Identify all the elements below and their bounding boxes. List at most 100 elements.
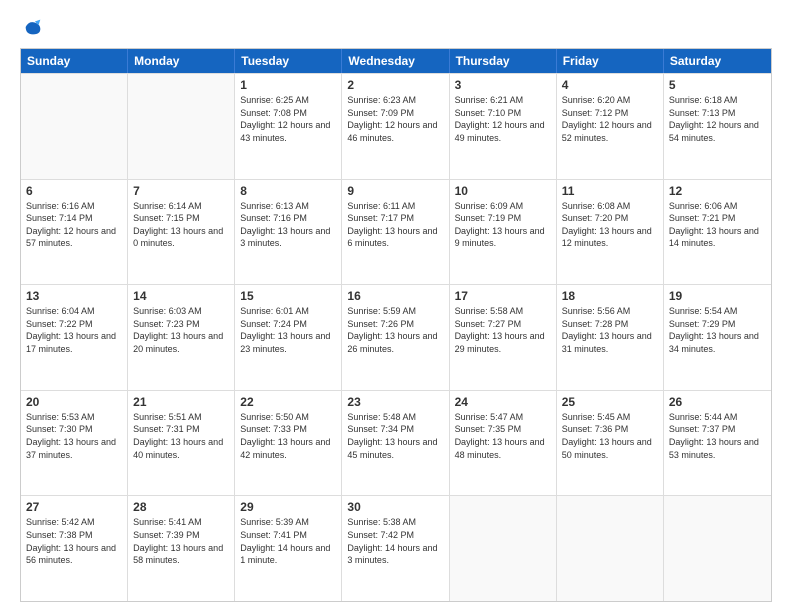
cell-info: Sunrise: 6:14 AMSunset: 7:15 PMDaylight:… [133,200,229,250]
day-cell-10: 10 Sunrise: 6:09 AMSunset: 7:19 PMDayligh… [450,180,557,285]
day-number: 3 [455,78,551,92]
cell-info: Sunrise: 5:51 AMSunset: 7:31 PMDaylight:… [133,411,229,461]
cell-info: Sunrise: 6:21 AMSunset: 7:10 PMDaylight:… [455,94,551,144]
calendar: SundayMondayTuesdayWednesdayThursdayFrid… [20,48,772,602]
page: SundayMondayTuesdayWednesdayThursdayFrid… [0,0,792,612]
cell-info: Sunrise: 6:13 AMSunset: 7:16 PMDaylight:… [240,200,336,250]
header-day-thursday: Thursday [450,49,557,73]
calendar-row-3: 13Sunrise: 6:04 AMSunset: 7:22 PMDayligh… [21,284,771,390]
cell-info: Sunrise: 6:16 AMSunset: 7:14 PMDaylight:… [26,200,122,250]
day-number: 16 [347,289,443,303]
cell-info: Sunrise: 5:59 AMSunset: 7:26 PMDaylight:… [347,305,443,355]
calendar-row-4: 20 Sunrise: 5:53 AMSunset: 7:30 PMDayligh… [21,390,771,496]
day-cell-29: 29 Sunrise: 5:39 AMSunset: 7:41 PMDayligh… [235,496,342,601]
cell-info: Sunrise: 5:45 AMSunset: 7:36 PMDaylight:… [562,411,658,461]
empty-cell [557,496,664,601]
day-number: 5 [669,78,766,92]
calendar-body: 1 Sunrise: 6:25 AMSunset: 7:08 PMDaylight… [21,73,771,601]
cell-info: Sunrise: 5:56 AMSunset: 7:28 PMDaylight:… [562,305,658,355]
day-number: 1 [240,78,336,92]
cell-info: Sunrise: 5:50 AMSunset: 7:33 PMDaylight:… [240,411,336,461]
empty-cell [21,74,128,179]
cell-info: Sunrise: 5:41 AMSunset: 7:39 PMDaylight:… [133,516,229,566]
day-number: 4 [562,78,658,92]
cell-info: Sunrise: 5:58 AMSunset: 7:27 PMDaylight:… [455,305,551,355]
cell-info: Sunrise: 5:42 AMSunset: 7:38 PMDaylight:… [26,516,122,566]
cell-info: Sunrise: 6:04 AMSunset: 7:22 PMDaylight:… [26,305,122,355]
empty-cell [450,496,557,601]
header-day-tuesday: Tuesday [235,49,342,73]
header [20,16,772,38]
cell-info: Sunrise: 6:01 AMSunset: 7:24 PMDaylight:… [240,305,336,355]
day-number: 6 [26,184,122,198]
day-cell-12: 12Sunrise: 6:06 AMSunset: 7:21 PMDayligh… [664,180,771,285]
day-cell-27: 27 Sunrise: 5:42 AMSunset: 7:38 PMDayligh… [21,496,128,601]
day-cell-7: 7 Sunrise: 6:14 AMSunset: 7:15 PMDaylight… [128,180,235,285]
day-number: 2 [347,78,443,92]
day-cell-26: 26 Sunrise: 5:44 AMSunset: 7:37 PMDayligh… [664,391,771,496]
day-number: 19 [669,289,766,303]
cell-info: Sunrise: 5:39 AMSunset: 7:41 PMDaylight:… [240,516,336,566]
day-cell-13: 13Sunrise: 6:04 AMSunset: 7:22 PMDayligh… [21,285,128,390]
day-number: 20 [26,395,122,409]
calendar-row-5: 27 Sunrise: 5:42 AMSunset: 7:38 PMDayligh… [21,495,771,601]
cell-info: Sunrise: 5:54 AMSunset: 7:29 PMDaylight:… [669,305,766,355]
day-cell-3: 3 Sunrise: 6:21 AMSunset: 7:10 PMDaylight… [450,74,557,179]
day-number: 28 [133,500,229,514]
day-number: 14 [133,289,229,303]
header-day-friday: Friday [557,49,664,73]
empty-cell [128,74,235,179]
day-cell-5: 5 Sunrise: 6:18 AMSunset: 7:13 PMDaylight… [664,74,771,179]
day-number: 25 [562,395,658,409]
calendar-row-1: 1 Sunrise: 6:25 AMSunset: 7:08 PMDaylight… [21,73,771,179]
day-number: 24 [455,395,551,409]
day-number: 12 [669,184,766,198]
cell-info: Sunrise: 6:03 AMSunset: 7:23 PMDaylight:… [133,305,229,355]
day-number: 15 [240,289,336,303]
cell-info: Sunrise: 5:48 AMSunset: 7:34 PMDaylight:… [347,411,443,461]
day-number: 27 [26,500,122,514]
cell-info: Sunrise: 5:47 AMSunset: 7:35 PMDaylight:… [455,411,551,461]
day-number: 30 [347,500,443,514]
day-cell-24: 24 Sunrise: 5:47 AMSunset: 7:35 PMDayligh… [450,391,557,496]
day-number: 21 [133,395,229,409]
day-cell-11: 11Sunrise: 6:08 AMSunset: 7:20 PMDayligh… [557,180,664,285]
day-number: 8 [240,184,336,198]
cell-info: Sunrise: 6:18 AMSunset: 7:13 PMDaylight:… [669,94,766,144]
cell-info: Sunrise: 5:44 AMSunset: 7:37 PMDaylight:… [669,411,766,461]
day-number: 17 [455,289,551,303]
day-number: 10 [455,184,551,198]
day-number: 7 [133,184,229,198]
header-day-sunday: Sunday [21,49,128,73]
day-number: 23 [347,395,443,409]
day-number: 29 [240,500,336,514]
day-number: 26 [669,395,766,409]
cell-info: Sunrise: 6:09 AMSunset: 7:19 PMDaylight:… [455,200,551,250]
calendar-row-2: 6 Sunrise: 6:16 AMSunset: 7:14 PMDaylight… [21,179,771,285]
day-cell-6: 6 Sunrise: 6:16 AMSunset: 7:14 PMDaylight… [21,180,128,285]
day-cell-2: 2 Sunrise: 6:23 AMSunset: 7:09 PMDaylight… [342,74,449,179]
logo [20,16,44,38]
cell-info: Sunrise: 6:08 AMSunset: 7:20 PMDaylight:… [562,200,658,250]
logo-icon [22,16,44,38]
cell-info: Sunrise: 6:25 AMSunset: 7:08 PMDaylight:… [240,94,336,144]
header-day-monday: Monday [128,49,235,73]
day-cell-23: 23 Sunrise: 5:48 AMSunset: 7:34 PMDayligh… [342,391,449,496]
day-cell-4: 4Sunrise: 6:20 AMSunset: 7:12 PMDaylight… [557,74,664,179]
cell-info: Sunrise: 5:53 AMSunset: 7:30 PMDaylight:… [26,411,122,461]
header-day-saturday: Saturday [664,49,771,73]
cell-info: Sunrise: 6:23 AMSunset: 7:09 PMDaylight:… [347,94,443,144]
day-cell-15: 15 Sunrise: 6:01 AMSunset: 7:24 PMDayligh… [235,285,342,390]
day-cell-20: 20 Sunrise: 5:53 AMSunset: 7:30 PMDayligh… [21,391,128,496]
day-cell-16: 16 Sunrise: 5:59 AMSunset: 7:26 PMDayligh… [342,285,449,390]
day-cell-9: 9Sunrise: 6:11 AMSunset: 7:17 PMDaylight… [342,180,449,285]
day-cell-17: 17 Sunrise: 5:58 AMSunset: 7:27 PMDayligh… [450,285,557,390]
day-cell-19: 19 Sunrise: 5:54 AMSunset: 7:29 PMDayligh… [664,285,771,390]
day-number: 22 [240,395,336,409]
header-day-wednesday: Wednesday [342,49,449,73]
day-cell-22: 22 Sunrise: 5:50 AMSunset: 7:33 PMDayligh… [235,391,342,496]
day-number: 18 [562,289,658,303]
cell-info: Sunrise: 6:11 AMSunset: 7:17 PMDaylight:… [347,200,443,250]
day-cell-14: 14 Sunrise: 6:03 AMSunset: 7:23 PMDayligh… [128,285,235,390]
cell-info: Sunrise: 5:38 AMSunset: 7:42 PMDaylight:… [347,516,443,566]
